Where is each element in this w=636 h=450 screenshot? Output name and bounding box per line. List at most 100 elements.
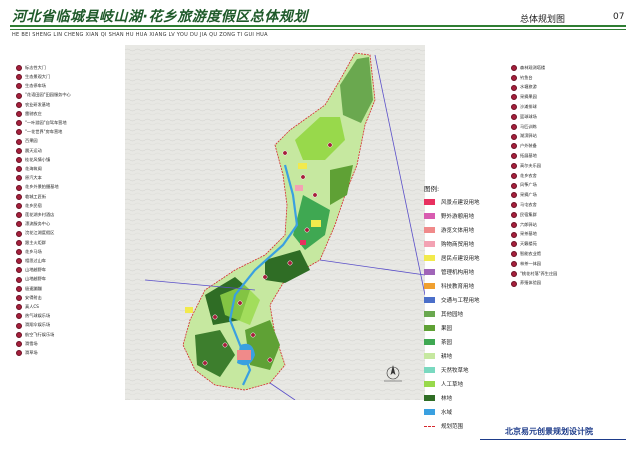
right-poi-list: 森林观测塔楼 钓鱼台水塘旅游采摘果园沙滩排球篮球球场马匹训练湖滨驿站户外装备拓展基… (511, 65, 621, 295)
poi-marker[interactable] (250, 332, 256, 338)
poi-list-item[interactable]: 山地越野车 (16, 276, 46, 283)
poi-list-item[interactable]: 花乡农舍 (511, 172, 537, 179)
master-plan-map[interactable] (125, 45, 425, 400)
poi-marker[interactable] (304, 227, 310, 233)
poi-list-item[interactable]: 花乡马场 (16, 249, 42, 255)
poi-list-item[interactable]: 漂流服务中心 (16, 221, 51, 228)
poi-list-item[interactable]: 农业研发基地 (16, 101, 50, 108)
poi-list-item[interactable]: 养殖体验园 (511, 280, 541, 287)
poi-list-item[interactable]: 湖滨驿站 (511, 133, 537, 140)
poi-list-item[interactable]: 热气球娱乐场 (16, 313, 50, 320)
poi-list-label: 采摘果园 (520, 94, 537, 100)
poi-list-item[interactable]: 莲花湖乡村酒店 (16, 212, 54, 219)
residential-block (298, 163, 307, 169)
legend-swatch (424, 325, 435, 331)
poi-list-item[interactable]: 山地越野车 (16, 267, 46, 274)
poi-list-item[interactable]: 风筝广场 (511, 182, 537, 189)
poi-list-label: 雷驰农庄 (25, 110, 42, 116)
poi-marker-icon (511, 65, 517, 71)
legend-item: 茶园 (424, 335, 480, 349)
poi-list-item[interactable]: 沙滩排球 (511, 104, 537, 111)
poi-marker[interactable] (237, 300, 243, 306)
poi-marker[interactable] (300, 174, 306, 180)
poi-list-item[interactable]: 采摘果园 (511, 94, 537, 101)
poi-list-item[interactable]: 篮球球场 (511, 114, 537, 120)
poi-marker[interactable] (287, 260, 293, 266)
poi-list-item[interactable]: 马屯农舍 (511, 202, 537, 209)
poi-list-label: 钓鱼台 (520, 74, 533, 80)
legend-item: 天然牧草地 (424, 363, 480, 377)
legend-swatch (424, 269, 435, 275)
legend-label: 管理机构用地 (441, 270, 475, 276)
poi-list-item[interactable]: 天籁楼苑 (511, 241, 537, 248)
poi-list-item[interactable]: 航空飞行娱乐场 (16, 331, 55, 338)
poi-list-label: 滑翔伞娱乐场 (25, 322, 51, 328)
poi-list-item[interactable]: 采摘广场 (511, 192, 537, 199)
poi-list-item[interactable]: 雷驰农庄 (16, 111, 42, 117)
poi-list-label: 花乡民宿 (25, 202, 42, 208)
poi-list-item[interactable]: "花语田园"田园服务中心 (16, 92, 71, 99)
poi-marker[interactable] (212, 314, 218, 320)
poi-list-item[interactable]: 花乡外景拍摄基地 (16, 184, 59, 191)
poi-list-item[interactable]: 相思过山车 (16, 258, 46, 265)
poi-marker[interactable] (282, 150, 288, 156)
poi-list-label: 漂流服务中心 (25, 221, 51, 227)
poi-list-item[interactable]: "一叶游园"自驾车营地 (16, 120, 67, 127)
poi-list-item[interactable]: 标志性大门 (16, 65, 46, 71)
poi-list-item[interactable]: 临城工匠街 (16, 193, 46, 200)
poi-list-item[interactable]: 滑草场 (16, 350, 38, 357)
poi-list-item[interactable]: 户外装备 (511, 143, 537, 150)
poi-marker[interactable] (312, 192, 318, 198)
poi-marker-icon (511, 212, 517, 218)
poi-list-item[interactable]: 滑雪场 (16, 341, 38, 347)
poi-list-item[interactable]: 百果园 (16, 138, 38, 145)
legend-item: 居民点建设用地 (424, 251, 480, 265)
poi-list-item[interactable]: 花乡民宿 (16, 203, 42, 209)
legend-swatch (424, 213, 435, 219)
poi-list-item[interactable]: 采茶基地 (511, 231, 537, 238)
poi-list-item[interactable]: 钓鱼台 (511, 74, 533, 81)
poi-list-item[interactable]: "一花世界"房车营地 (16, 129, 62, 136)
poi-list-item[interactable]: 花海筑阁 (16, 166, 42, 173)
map-legend: 图例: 风景点建设用地 野外游憩用地 游览文体用地 购物商贸用地 居民点建设用地 管理机构… (424, 183, 480, 433)
poi-list-item[interactable]: 桂花风情小镇 (16, 157, 50, 163)
poi-list-label: 真人CS (25, 304, 39, 310)
poi-list-item[interactable]: 水塘旅游 (511, 84, 537, 91)
legend-item: 人工草地 (424, 377, 480, 391)
legend-item: 水域 (424, 405, 480, 419)
poi-marker[interactable] (202, 360, 208, 366)
poi-list-item[interactable]: 极速蹦蹦 (16, 285, 42, 292)
poi-list-item[interactable]: 晨天运动 (16, 147, 42, 154)
poi-list-item[interactable]: "桃花村落"养生庄园 (511, 270, 557, 277)
poi-list-item[interactable]: 真人CS (16, 304, 39, 311)
poi-list-label: 航空飞行娱乐场 (25, 331, 55, 337)
poi-list-item[interactable]: 生态停车场 (16, 83, 46, 90)
poi-marker[interactable] (222, 342, 228, 348)
legend-label: 茶园 (441, 340, 453, 346)
poi-marker[interactable] (267, 357, 273, 363)
poi-list-item[interactable]: 森林观测塔楼 (511, 65, 545, 71)
legend-label: 购物商贸用地 (441, 242, 475, 248)
poi-list-item[interactable]: 林茶一体园 (511, 261, 541, 267)
poi-list-item[interactable]: 高尔夫乐园 (511, 163, 541, 169)
poi-list-item[interactable]: 原汽大本 (16, 175, 42, 182)
poi-list-item[interactable]: 生态景观大门 (16, 74, 50, 81)
poi-list-label: 临城工匠街 (25, 193, 46, 199)
legend-swatch (424, 339, 435, 345)
poi-list-item[interactable]: 马匹训练 (511, 123, 537, 130)
poi-marker[interactable] (262, 274, 268, 280)
legend-swatch (424, 409, 435, 415)
poi-list-label: 林茶一体园 (520, 260, 541, 266)
legend-label: 野外游憩用地 (441, 214, 475, 220)
poi-list-item[interactable]: 跟主火炬群 (16, 239, 46, 246)
poi-list-item[interactable]: 滑翔伞娱乐场 (16, 322, 51, 329)
legend-swatch (424, 311, 435, 317)
poi-list-item[interactable]: 六郎驿站 (511, 221, 537, 228)
poi-marker[interactable] (327, 142, 333, 148)
poi-list-label: 沙滩排球 (520, 104, 537, 110)
poi-list-item[interactable]: 拓展基地 (511, 153, 537, 160)
poi-list-item[interactable]: 安得射击 (16, 295, 42, 301)
poi-list-item[interactable]: 民宿集群 (511, 212, 537, 218)
poi-list-item[interactable]: 浣花江湖度假区 (16, 230, 54, 237)
poi-list-item[interactable]: 智能农业馆 (511, 251, 541, 258)
